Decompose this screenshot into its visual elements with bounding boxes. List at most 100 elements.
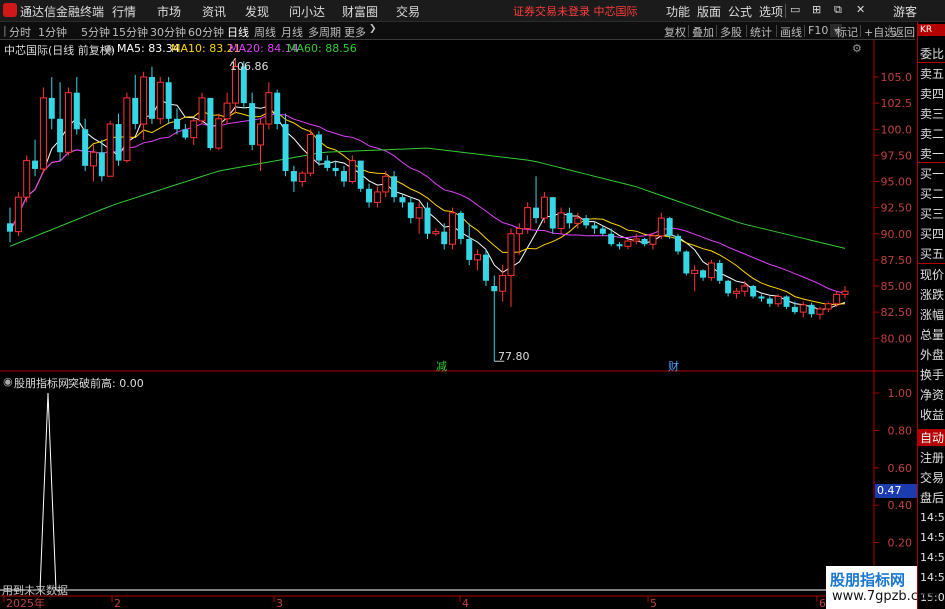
- tab-trade[interactable]: 交易: [920, 469, 944, 486]
- candle-body: [533, 207, 540, 219]
- indicator-toggle-icon[interactable]: ◉: [3, 375, 13, 388]
- btn-statistics[interactable]: 统计: [750, 24, 772, 40]
- minimize-icon[interactable]: ▭: [790, 3, 800, 16]
- period-monthly[interactable]: 月线: [281, 24, 303, 40]
- candle-body: [98, 152, 105, 177]
- price-tick-label: 97.50: [881, 149, 913, 162]
- label-net-assets: 净资: [920, 388, 945, 402]
- menu-function[interactable]: 功能: [666, 3, 690, 20]
- candle-body: [348, 160, 356, 182]
- period-5min[interactable]: 5分钟: [81, 24, 110, 40]
- candle-body: [632, 238, 640, 242]
- candle-body: [282, 124, 289, 172]
- period-intraday[interactable]: 分时: [9, 24, 31, 40]
- candle-body: [791, 306, 798, 313]
- tab-auto[interactable]: 自动: [918, 429, 945, 446]
- close-icon[interactable]: ✕: [856, 3, 865, 16]
- price-tick-label: 92.50: [881, 202, 913, 215]
- layout-icon[interactable]: ⊞: [812, 3, 821, 16]
- indicator-name[interactable]: 股朋指标网: [14, 375, 69, 391]
- label-sell2: 卖二: [920, 127, 945, 141]
- settings-gear-icon[interactable]: ⚙: [852, 42, 862, 55]
- menu-layout[interactable]: 版面: [697, 3, 721, 20]
- menu-news[interactable]: 资讯: [202, 3, 226, 20]
- candle-body: [399, 197, 406, 203]
- tab-register[interactable]: 注册: [920, 449, 944, 466]
- candle-body: [182, 129, 189, 138]
- site-watermark: 股朋指标网 www.7gpzb.com: [826, 566, 939, 609]
- label-buy5: 买五: [920, 247, 945, 261]
- event-reduce-marker[interactable]: 减: [436, 358, 447, 374]
- candle-body: [641, 238, 648, 245]
- menu-discover[interactable]: 发现: [245, 3, 269, 20]
- divider: [785, 4, 786, 18]
- btn-overlay[interactable]: 叠加: [692, 24, 714, 40]
- candle-body: [198, 97, 206, 122]
- btn-multi-stock[interactable]: 多股: [720, 24, 742, 40]
- menu-options[interactable]: 选项: [759, 3, 783, 20]
- candle-body: [566, 212, 573, 224]
- label-earnings: 收益: [920, 408, 945, 422]
- guest-label[interactable]: 游客: [893, 3, 917, 20]
- btn-back[interactable]: 返回: [893, 24, 915, 40]
- period-more[interactable]: 更多: [344, 24, 366, 40]
- candle-body: [599, 228, 606, 234]
- period-1min[interactable]: 1分钟: [38, 24, 67, 40]
- candle-body: [140, 76, 148, 125]
- candle-body: [449, 212, 457, 245]
- period-arrow-icon[interactable]: |: [3, 24, 7, 37]
- label-weibi: 委比: [920, 47, 945, 61]
- candle-body: [675, 235, 681, 252]
- price-axis-ticks: 105.0 102.5 100.0 97.50 95.00 92.50 90.00 87.50…: [874, 71, 912, 345]
- candle-body: [432, 231, 440, 235]
- candle-body: [14, 196, 22, 233]
- period-30min[interactable]: 30分钟: [150, 24, 186, 40]
- login-alert[interactable]: 证券交易未登录 中芯国际: [513, 3, 638, 19]
- period-15min[interactable]: 15分钟: [112, 24, 148, 40]
- btn-draw[interactable]: 画线: [780, 24, 802, 40]
- ma-toggle-icon[interactable]: ◉: [104, 42, 114, 55]
- candle-body: [691, 269, 699, 274]
- time-tick-label: 5: [650, 597, 657, 609]
- label-buy1: 买一: [920, 167, 945, 181]
- menu-market[interactable]: 市场: [157, 3, 181, 20]
- btn-f10[interactable]: F10: [808, 24, 828, 37]
- time-tick-label: 3: [276, 597, 283, 609]
- btn-adjust[interactable]: 复权: [664, 24, 686, 40]
- more-chevron-icon[interactable]: ❯: [369, 24, 377, 34]
- tick-time: 14:56: [920, 531, 945, 544]
- period-60min[interactable]: 60分钟: [188, 24, 224, 40]
- tab-after-hours[interactable]: 盘后: [920, 489, 944, 506]
- indicator-line: [0, 392, 874, 591]
- app-logo-icon: [3, 3, 17, 17]
- candle-body: [507, 233, 515, 277]
- candle-body: [215, 118, 223, 149]
- candle-body: [290, 171, 297, 182]
- kr-badge[interactable]: KR: [918, 24, 945, 36]
- menu-market-quotes[interactable]: 行情: [112, 3, 136, 20]
- event-finance-marker[interactable]: 财: [668, 358, 679, 374]
- candle-body: [257, 123, 264, 146]
- menu-formula[interactable]: 公式: [728, 3, 752, 20]
- breakout-indicator-line: [0, 392, 874, 591]
- btn-add-watchlist[interactable]: +自选: [864, 24, 895, 40]
- divider: [918, 263, 945, 264]
- label-buy3: 买三: [920, 207, 945, 221]
- window-icon[interactable]: ⧉: [834, 3, 842, 17]
- candle-body: [73, 92, 80, 130]
- menu-wealth-circle[interactable]: 财富圈: [342, 3, 378, 20]
- candle-body: [407, 202, 414, 219]
- kline-chart[interactable]: 105.0 102.5 100.0 97.50 95.00 92.50 90.00 87.50…: [0, 40, 917, 609]
- btn-mark[interactable]: 标记: [836, 24, 858, 40]
- menu-xiaoda[interactable]: 问小达: [289, 3, 325, 20]
- candle-body: [156, 81, 164, 120]
- candle-body: [608, 233, 615, 245]
- indicator-axis-ticks: 1.00 0.80 0.60 0.40 0.20: [874, 387, 912, 550]
- candle-body: [64, 92, 72, 153]
- period-daily[interactable]: 日线: [227, 24, 249, 40]
- period-weekly[interactable]: 周线: [254, 24, 276, 40]
- menu-trade[interactable]: 交易: [396, 3, 420, 20]
- candle-body: [32, 160, 39, 169]
- period-multi[interactable]: 多周期: [308, 24, 341, 40]
- candle-body: [725, 280, 732, 294]
